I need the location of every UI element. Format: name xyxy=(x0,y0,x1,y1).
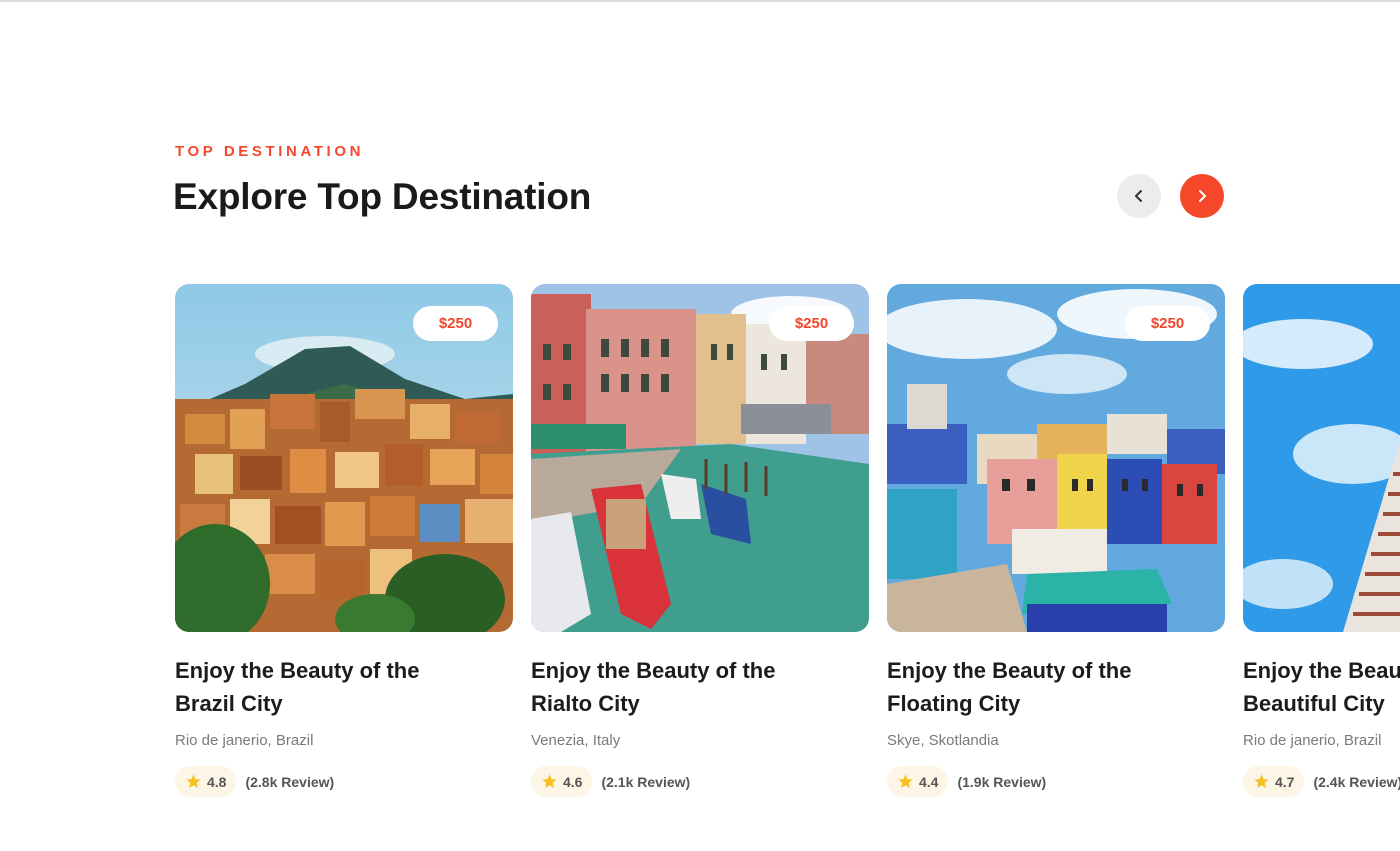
card-title[interactable]: Enjoy the Beauty of the Rialto City xyxy=(531,654,831,720)
rating-pill: 4.8 xyxy=(175,766,237,797)
star-icon xyxy=(898,774,913,788)
star-icon xyxy=(542,774,557,788)
card-title[interactable]: Enjoy the Beauty of the Brazil City xyxy=(175,654,475,720)
card-rating: 4.4 (1.9k Review) xyxy=(887,766,1225,797)
chevron-right-icon xyxy=(1199,190,1206,202)
carousel-next-button[interactable] xyxy=(1180,174,1224,218)
rating-pill: 4.4 xyxy=(887,766,949,797)
rating-value: 4.4 xyxy=(919,773,939,790)
rating-pill: 4.7 xyxy=(1243,766,1305,797)
card-title[interactable]: Enjoy the Beauty of the Floating City xyxy=(887,654,1187,720)
card-location: Rio de janerio, Brazil xyxy=(175,732,314,749)
carousel-prev-button[interactable] xyxy=(1117,174,1161,218)
price-badge: $250 xyxy=(413,306,498,341)
card-rating: 4.7 (2.4k Review) xyxy=(1243,766,1400,797)
review-count: (2.4k Review) xyxy=(1313,773,1400,790)
review-count: (2.8k Review) xyxy=(245,773,335,790)
destination-carousel: $250 Enjoy the Beauty of the Brazil City… xyxy=(0,284,1400,824)
destination-photo: $250 xyxy=(531,284,869,632)
star-icon xyxy=(1254,774,1269,788)
chevron-left-icon xyxy=(1135,190,1142,202)
card-rating: 4.6 (2.1k Review) xyxy=(531,766,869,797)
top-divider xyxy=(0,0,1400,2)
section-eyebrow: TOP DESTINATION xyxy=(175,143,365,160)
destination-card[interactable]: $250 Enjoy the Beauty of the Floating Ci… xyxy=(887,284,1225,797)
destination-photo: $250 xyxy=(887,284,1225,632)
review-count: (1.9k Review) xyxy=(957,773,1047,790)
section-headline: Explore Top Destination xyxy=(173,176,592,217)
review-count: (2.1k Review) xyxy=(601,773,691,790)
destination-card[interactable]: $250 Enjoy the Beauty of the Brazil City… xyxy=(175,284,513,797)
rating-value: 4.8 xyxy=(207,773,227,790)
card-rating: 4.8 (2.8k Review) xyxy=(175,766,513,797)
price-badge: $250 xyxy=(769,306,854,341)
rating-value: 4.6 xyxy=(563,773,583,790)
price-badge: $250 xyxy=(1125,306,1210,341)
destination-photo xyxy=(1243,284,1400,632)
destination-photo: $250 xyxy=(175,284,513,632)
rating-pill: 4.6 xyxy=(531,766,593,797)
card-location: Rio de janerio, Brazil xyxy=(1243,732,1382,749)
destination-card[interactable]: Enjoy the Beauty of the Beautiful City R… xyxy=(1243,284,1400,797)
card-location: Venezia, Italy xyxy=(531,732,621,749)
star-icon xyxy=(186,774,201,788)
rating-value: 4.7 xyxy=(1275,773,1295,790)
card-title[interactable]: Enjoy the Beauty of the Beautiful City xyxy=(1243,654,1400,720)
card-location: Skye, Skotlandia xyxy=(887,732,999,749)
destination-card[interactable]: $250 Enjoy the Beauty of the Rialto City… xyxy=(531,284,869,797)
